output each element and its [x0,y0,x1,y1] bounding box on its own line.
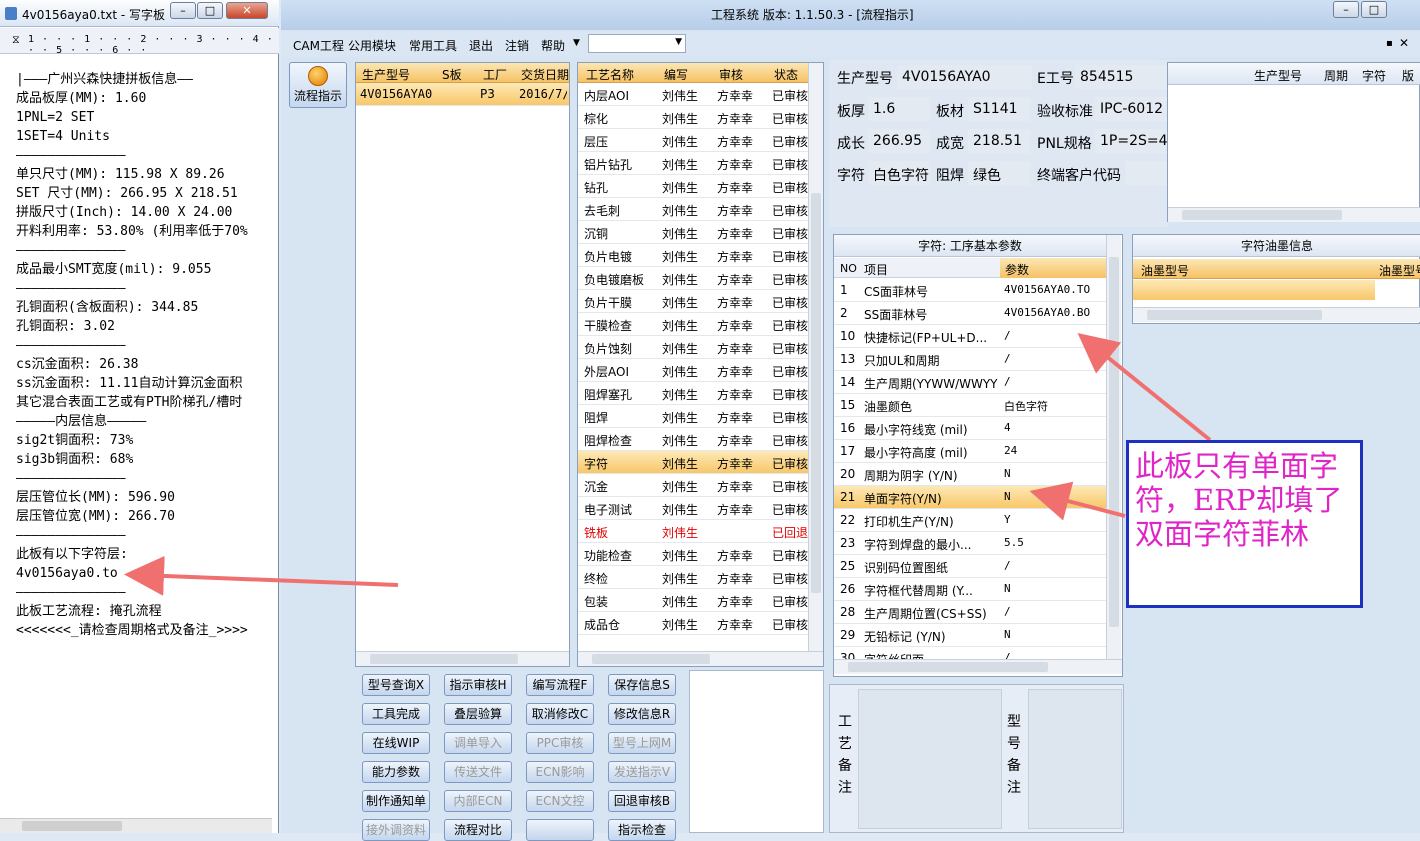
arrow-to-single-side [1029,481,1126,521]
annotation-arrows [124,332,1212,596]
arrow-to-text-layer [124,555,399,596]
annotation-note: 此板只有单面字符，ERP却填了双面字符菲林 [1126,440,1363,608]
arrow-to-ss-film [1077,332,1212,442]
